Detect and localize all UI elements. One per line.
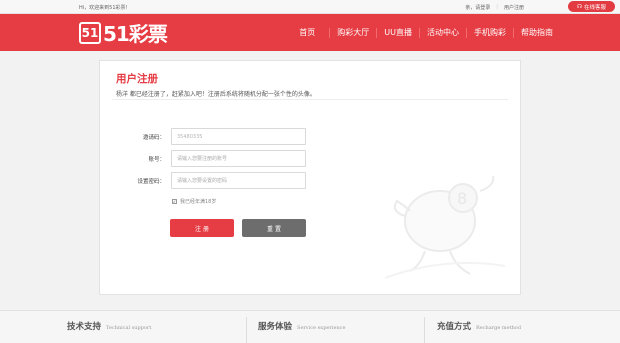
logo-text: 51彩票 [103, 22, 168, 46]
top-links: 亲，请登录 | 用户注册 [465, 4, 524, 11]
greeting-text: Hi，欢迎来到51彩票！ [79, 5, 131, 11]
register-subtitle: 杨洋 都已经注册了，赶紧加入吧！注册后系统将随机分配一张个性的头像。 [116, 91, 316, 98]
nav-item-uu-live[interactable]: UU直播 [377, 27, 420, 38]
footer-recharge-method: 充值方式 Recharge method [437, 320, 521, 332]
footer-title: 服务体验 [258, 322, 293, 332]
footer-subtitle: Service experience [297, 325, 346, 331]
register-panel: 用户注册 杨洋 都已经注册了，赶紧加入吧！注册后系统将随机分配一张个性的头像。 … [99, 60, 521, 295]
footer-divider [246, 317, 247, 343]
age-agree-label: 我已经年满18岁 [180, 199, 217, 205]
site-logo[interactable]: 51 51彩票 [79, 20, 168, 46]
footer-divider [424, 317, 425, 343]
register-button[interactable]: 注 册 [170, 219, 234, 237]
age-checkbox[interactable]: ✓ [172, 199, 177, 204]
register-link[interactable]: 用户注册 [504, 4, 524, 11]
nav-item-mobile[interactable]: 手机购彩 [467, 27, 514, 38]
nav-item-help[interactable]: 帮助指南 [514, 28, 560, 38]
password-input[interactable]: 请输入您要设置的密码 [171, 172, 306, 189]
invite-code-input[interactable]: 35480335 [171, 128, 306, 145]
svg-text:8: 8 [457, 189, 467, 208]
online-service-label: 在线客服 [583, 4, 606, 11]
logo-mark-icon: 51 [79, 21, 101, 44]
top-bar: Hi，欢迎来到51彩票！ 亲，请登录 | 用户注册 ☊ 在线客服 [0, 0, 620, 14]
divider: | [496, 4, 498, 10]
nav-item-events[interactable]: 活动中心 [420, 27, 467, 38]
footer-tech-support: 技术支持 Technical support [67, 320, 151, 332]
login-link[interactable]: 亲，请登录 [465, 4, 490, 11]
password-row: 设置密码： 请输入您要设置的密码 [100, 172, 306, 189]
footer-service-experience: 服务体验 Service experience [258, 320, 345, 332]
footer-title: 技术支持 [67, 322, 102, 332]
account-input[interactable]: 请输入您要注册的账号 [171, 150, 306, 167]
main-nav: 首页 购彩大厅 UU直播 活动中心 手机购彩 帮助指南 [292, 14, 560, 51]
footer-subtitle: Recharge method [476, 325, 522, 331]
footer-title: 充值方式 [437, 322, 472, 332]
reset-button[interactable]: 重 置 [242, 219, 306, 237]
footer-subtitle: Technical support [106, 325, 152, 331]
password-label: 设置密码： [137, 178, 165, 185]
nav-item-lottery-hall[interactable]: 购彩大厅 [330, 27, 378, 38]
nav-item-home[interactable]: 首页 [292, 27, 331, 38]
age-agree[interactable]: ✓ 我已经年满18岁 [172, 198, 216, 205]
headset-icon: ☊ [577, 3, 582, 10]
page-title: 用户注册 [116, 73, 158, 85]
mascot-illustration-icon: 8 [385, 175, 505, 279]
header: 51 51彩票 首页 购彩大厅 UU直播 活动中心 手机购彩 帮助指南 [0, 14, 620, 51]
account-label: 账号： [148, 156, 165, 163]
divider [112, 99, 508, 100]
invite-label: 邀请码： [142, 134, 165, 141]
online-service-button[interactable]: ☊ 在线客服 [568, 1, 615, 12]
account-row: 账号： 请输入您要注册的账号 [100, 150, 306, 167]
footer: 技术支持 Technical support 服务体验 Service expe… [0, 310, 620, 343]
invite-row: 邀请码： 35480335 [100, 128, 306, 145]
